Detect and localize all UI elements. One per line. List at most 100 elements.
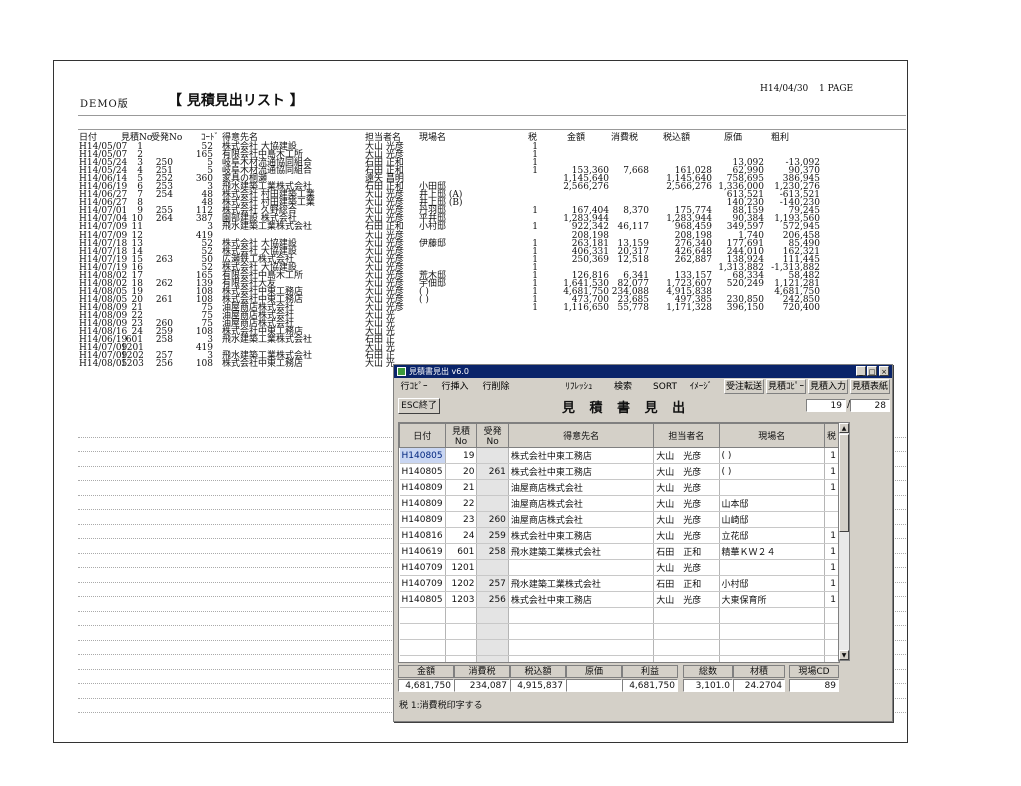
grid-cell-mitsumori[interactable]: 601 [445,543,478,560]
grid-row[interactable]: H140805 1203 256 株式会社中東工務店 大山 光彦 大東保育所 1 [399,591,839,608]
grid-cell-customer[interactable] [508,639,655,656]
grid-cell-tax[interactable]: 1 [824,463,839,480]
grid-cell-tax[interactable] [824,511,839,528]
grid-cell-date[interactable]: H140805 [399,463,446,480]
grid-cell-customer[interactable] [508,655,655,662]
grid-row[interactable] [399,607,839,624]
grid-cell-customer[interactable]: 株式会社中東工務店 [508,447,655,464]
maximize-icon[interactable]: □ [867,366,877,376]
grid-cell-mitsumori[interactable]: 21 [445,479,478,496]
grid-cell-tax[interactable] [824,495,839,512]
grid-cell-genba[interactable]: 精華ＫＷ２４ [719,543,826,560]
scroll-thumb[interactable] [839,434,849,532]
grid-cell-genba[interactable] [719,639,826,656]
scroll-down-icon[interactable]: ▼ [839,650,849,660]
grid-cell-juchu[interactable] [476,447,509,464]
grid-cell-tax[interactable]: 1 [824,575,839,592]
grid-cell-juchu[interactable]: 257 [476,575,509,592]
search-button[interactable]: 検索 [608,379,638,394]
grid-cell-customer[interactable] [508,607,655,624]
grid-cell-date[interactable] [399,655,446,662]
grid-cell-tax[interactable]: 1 [824,527,839,544]
grid-cell-tanto[interactable]: 大山 光彦 [653,463,720,480]
grid-cell-juchu[interactable]: 258 [476,543,509,560]
row-copy-button[interactable]: 行ｺﾋﾟｰ [396,379,432,394]
grid-cell-date[interactable]: H140805 [399,447,446,464]
grid-cell-date[interactable] [399,607,446,624]
grid-cell-tanto[interactable] [653,655,720,662]
grid-col-customer[interactable]: 得意先名 [507,423,655,448]
grid-cell-date[interactable]: H140709 [399,575,446,592]
refresh-button[interactable]: ﾘﾌﾚｯｼｭ [562,379,596,394]
grid-cell-tax[interactable]: 1 [824,591,839,608]
grid-row[interactable]: H140805 19 株式会社中東工務店 大山 光彦( ) 1 [399,447,839,464]
grid-cell-mitsumori[interactable] [445,623,478,640]
grid-scrollbar[interactable]: ▲ ▼ [838,422,850,661]
row-insert-button[interactable]: 行挿入 [438,379,472,394]
grid-cell-customer[interactable]: 油屋商店株式会社 [508,479,655,496]
grid-col-tax[interactable]: 税 [824,423,839,448]
grid-cell-genba[interactable]: 山崎邸 [719,511,826,528]
grid-cell-customer[interactable] [508,623,655,640]
grid-cell-juchu[interactable] [476,623,509,640]
estimate-input-button[interactable]: 見積入力 [808,379,848,394]
grid-cell-juchu[interactable]: 259 [476,527,509,544]
grid-cell-date[interactable]: H140809 [399,511,446,528]
grid-cell-genba[interactable] [719,559,826,576]
close-icon[interactable]: × [879,366,889,376]
grid-cell-date[interactable] [399,639,446,656]
grid-cell-tanto[interactable] [653,639,720,656]
grid-cell-tax[interactable]: 1 [824,479,839,496]
grid-cell-juchu[interactable] [476,655,509,662]
grid-cell-date[interactable]: H140619 [399,543,446,560]
scroll-up-icon[interactable]: ▲ [839,423,849,433]
grid-cell-mitsumori[interactable]: 1201 [445,559,478,576]
grid-row[interactable] [399,623,839,640]
window-titlebar[interactable]: 見積書見出 v6.0 _ □ × [394,365,892,378]
grid-cell-customer[interactable]: 油屋商店株式会社 [508,495,655,512]
grid-cell-juchu[interactable] [476,607,509,624]
grid-cell-mitsumori[interactable] [445,607,478,624]
grid-row[interactable]: H140809 22 油屋商店株式会社 大山 光彦 山本邸 [399,495,839,512]
grid-cell-tax[interactable]: 1 [824,447,839,464]
grid-col-genba[interactable]: 現場名 [718,423,826,448]
grid-col-juchu[interactable]: 受発No [476,423,509,448]
grid-row[interactable]: H140709 1201 大山 光彦 1 [399,559,839,576]
grid-cell-customer[interactable]: 飛水建築工業株式会社 [508,575,655,592]
grid-cell-genba[interactable]: ( ) [719,463,826,480]
grid-cell-mitsumori[interactable] [445,639,478,656]
grid-cell-mitsumori[interactable]: 19 [445,447,478,464]
grid-cell-genba[interactable] [719,479,826,496]
grid-col-mitsumori[interactable]: 見積No [444,423,478,448]
esc-exit-button[interactable]: ESC終了 [398,398,440,414]
grid-cell-customer[interactable]: 飛水建築工業株式会社 [508,543,655,560]
grid-cell-customer[interactable]: 株式会社中東工務店 [508,463,655,480]
grid-cell-date[interactable]: H140816 [399,527,446,544]
grid-cell-date[interactable]: H140805 [399,591,446,608]
grid-cell-genba[interactable] [719,607,826,624]
grid-cell-genba[interactable]: 小村邸 [719,575,826,592]
grid-cell-juchu[interactable] [476,559,509,576]
grid-cell-mitsumori[interactable]: 23 [445,511,478,528]
grid-cell-date[interactable]: H140809 [399,479,446,496]
sort-button[interactable]: SORT [650,379,680,394]
grid-row[interactable] [399,639,839,656]
grid-cell-tax[interactable] [824,623,839,640]
grid-cell-tanto[interactable]: 大山 光彦 [653,495,720,512]
grid-row[interactable] [399,655,839,662]
grid-cell-tanto[interactable]: 大山 光彦 [653,559,720,576]
estimate-copy-button[interactable]: 見積ｺﾋﾟｰ [766,379,806,394]
grid-col-date[interactable]: 日付 [399,423,446,448]
grid-cell-genba[interactable] [719,623,826,640]
grid-cell-juchu[interactable]: 260 [476,511,509,528]
estimate-grid[interactable]: 日付 見積No 受発No 得意先名 担当者名 現場名 税 H140805 19 株式… [398,422,840,663]
grid-cell-date[interactable] [399,623,446,640]
grid-cell-customer[interactable]: 油屋商店株式会社 [508,511,655,528]
grid-cell-tanto[interactable] [653,623,720,640]
grid-cell-date[interactable]: H140809 [399,495,446,512]
row-delete-button[interactable]: 行削除 [478,379,514,394]
minimize-icon[interactable]: _ [856,366,866,376]
grid-cell-customer[interactable] [508,559,655,576]
image-button[interactable]: ｲﾒｰｼﾞ [686,379,716,394]
grid-cell-juchu[interactable] [476,639,509,656]
